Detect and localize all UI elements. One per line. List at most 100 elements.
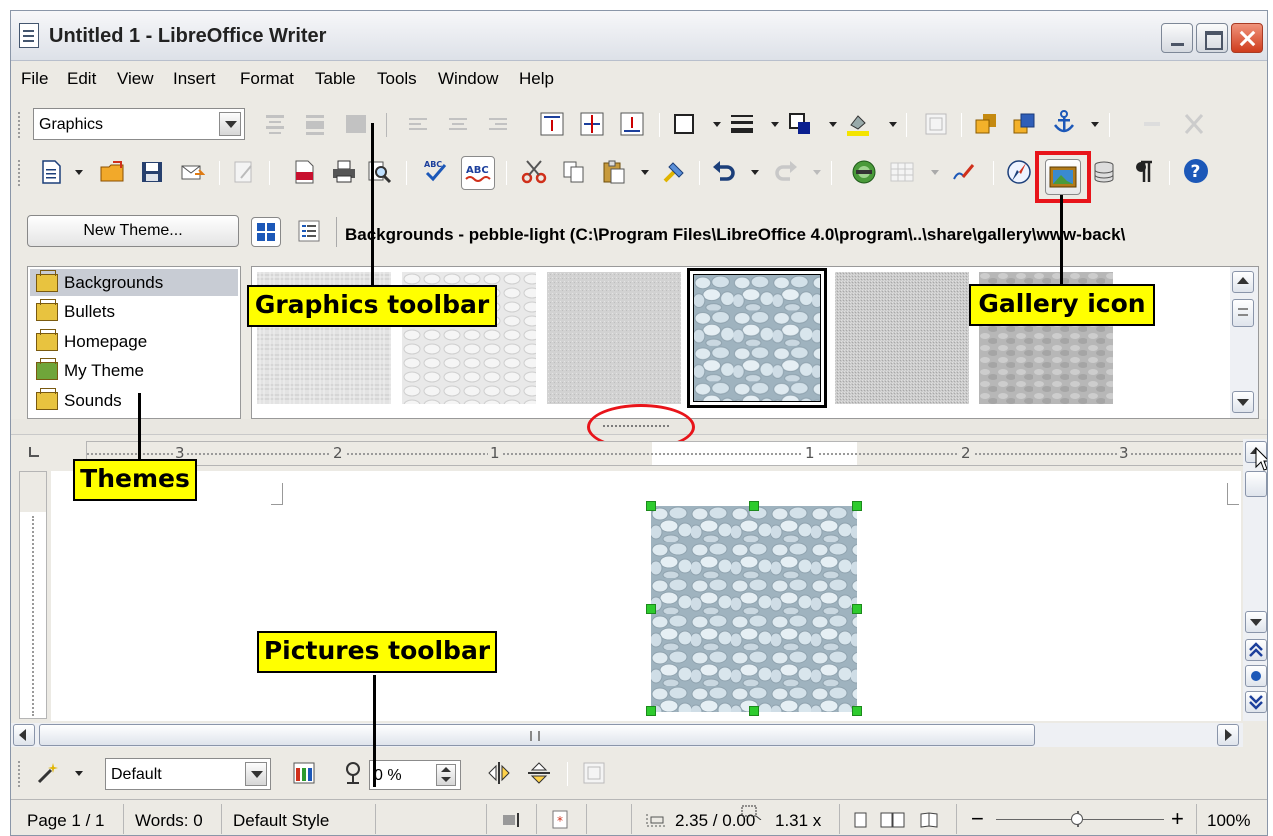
- formatting-marks-icon[interactable]: [1131, 159, 1157, 185]
- selection-handle[interactable]: [852, 604, 862, 614]
- chevron-down-icon[interactable]: [829, 122, 837, 131]
- email-icon[interactable]: [179, 159, 205, 185]
- chevron-down-icon[interactable]: [889, 122, 897, 131]
- theme-item-homepage[interactable]: Homepage: [30, 328, 238, 355]
- save-icon[interactable]: [139, 159, 165, 185]
- scroll-down-arrow[interactable]: [1232, 391, 1254, 413]
- scroll-up-arrow[interactable]: [1232, 271, 1254, 293]
- frame-properties-icon[interactable]: [923, 111, 949, 137]
- toolbar-grip[interactable]: [18, 761, 20, 787]
- toolbar-grip[interactable]: [18, 112, 20, 138]
- document-page[interactable]: [51, 471, 1241, 721]
- selection-handle[interactable]: [646, 706, 656, 716]
- link-frames-icon[interactable]: [1139, 111, 1165, 137]
- send-to-back-icon[interactable]: [1011, 111, 1037, 137]
- navigator-icon[interactable]: [1006, 159, 1032, 185]
- status-page-style[interactable]: Default Style: [233, 811, 329, 831]
- picture-properties-icon[interactable]: [581, 760, 607, 786]
- line-style-icon[interactable]: [729, 111, 755, 137]
- selection-handle[interactable]: [749, 501, 759, 511]
- background-color-icon[interactable]: [845, 111, 871, 137]
- selection-handle[interactable]: [646, 604, 656, 614]
- chevron-down-icon[interactable]: [641, 170, 649, 179]
- close-button[interactable]: [1231, 23, 1263, 53]
- gallery-button[interactable]: [1045, 159, 1081, 195]
- menu-edit[interactable]: Edit: [67, 69, 96, 89]
- document-horizontal-scrollbar[interactable]: [11, 723, 1243, 747]
- selection-handle[interactable]: [749, 706, 759, 716]
- align-bottom-icon[interactable]: [619, 111, 645, 137]
- maximize-button[interactable]: [1196, 23, 1228, 53]
- redo-icon[interactable]: [773, 159, 799, 185]
- zoom-out-button[interactable]: −: [971, 806, 984, 832]
- theme-item-backgrounds[interactable]: Backgrounds: [30, 269, 238, 296]
- undo-icon[interactable]: [711, 159, 737, 185]
- help-icon[interactable]: ?: [1183, 158, 1209, 184]
- spin-button[interactable]: [436, 764, 456, 786]
- chevron-down-icon[interactable]: [1091, 122, 1099, 131]
- print-preview-icon[interactable]: [366, 159, 392, 185]
- gallery-thumb-noise[interactable]: [835, 272, 969, 404]
- selection-handle[interactable]: [646, 501, 656, 511]
- borders-icon[interactable]: [671, 111, 697, 137]
- toolbar-grip[interactable]: [18, 160, 20, 186]
- status-zoom[interactable]: 100%: [1207, 811, 1250, 831]
- chevron-down-icon[interactable]: [75, 170, 83, 179]
- minimize-button[interactable]: [1161, 23, 1193, 53]
- border-color-icon[interactable]: [787, 111, 813, 137]
- theme-item-my-theme[interactable]: My Theme: [30, 357, 238, 384]
- copy-icon[interactable]: [561, 159, 587, 185]
- chevron-down-icon[interactable]: [219, 112, 241, 136]
- menu-tools[interactable]: Tools: [377, 69, 417, 89]
- inserted-pebble-image[interactable]: [651, 506, 857, 712]
- scroll-thumb[interactable]: [1232, 299, 1254, 327]
- filter-icon[interactable]: [35, 760, 61, 786]
- menu-file[interactable]: File: [21, 69, 48, 89]
- graphics-style-combo[interactable]: Graphics: [33, 108, 245, 140]
- table-icon[interactable]: [889, 159, 915, 185]
- zoom-in-button[interactable]: +: [1171, 806, 1184, 832]
- document-modified-icon[interactable]: *: [551, 810, 571, 830]
- chevron-down-icon[interactable]: [75, 771, 83, 780]
- gallery-scrollbar[interactable]: [1230, 267, 1258, 418]
- cut-icon[interactable]: [521, 159, 547, 185]
- data-sources-icon[interactable]: [1091, 159, 1117, 185]
- menu-window[interactable]: Window: [438, 69, 498, 89]
- transparency-spinbox[interactable]: 0 %: [369, 760, 461, 790]
- scroll-thumb[interactable]: [39, 724, 1035, 746]
- menu-help[interactable]: Help: [519, 69, 554, 89]
- next-page-button[interactable]: [1245, 691, 1267, 713]
- hyperlink-icon[interactable]: [851, 159, 877, 185]
- unlink-frames-icon[interactable]: [1181, 111, 1207, 137]
- tab-stop-icon[interactable]: [29, 447, 39, 457]
- transparency-icon[interactable]: [341, 760, 367, 786]
- menu-format[interactable]: Format: [240, 69, 294, 89]
- document-vertical-scrollbar[interactable]: [1243, 439, 1267, 721]
- autospellcheck-button[interactable]: ABC: [461, 156, 495, 190]
- flip-horizontally-icon[interactable]: [526, 760, 552, 786]
- theme-item-bullets[interactable]: Bullets: [30, 298, 238, 325]
- chevron-down-icon[interactable]: [751, 170, 759, 179]
- chevron-down-icon[interactable]: [245, 762, 267, 786]
- selection-handle[interactable]: [852, 501, 862, 511]
- theme-item-sounds[interactable]: Sounds: [30, 387, 238, 414]
- chevron-down-icon[interactable]: [713, 122, 721, 131]
- spelling-icon[interactable]: ABC: [423, 157, 449, 183]
- selection-handle[interactable]: [852, 706, 862, 716]
- edit-file-icon[interactable]: [231, 159, 257, 185]
- scroll-right-arrow[interactable]: [1217, 724, 1239, 746]
- detail-view-button[interactable]: [295, 217, 325, 247]
- paste-icon[interactable]: [601, 159, 627, 185]
- chevron-down-icon[interactable]: [771, 122, 779, 131]
- anchor-icon[interactable]: [1051, 109, 1077, 135]
- align-center-icon[interactable]: [579, 111, 605, 137]
- zoom-slider-thumb[interactable]: [1071, 813, 1083, 825]
- gallery-thumb-pebble-selected[interactable]: [687, 268, 827, 408]
- scroll-left-arrow[interactable]: [13, 724, 35, 746]
- flip-vertically-icon[interactable]: [486, 760, 512, 786]
- clone-formatting-icon[interactable]: [661, 159, 687, 185]
- print-icon[interactable]: [331, 159, 357, 185]
- menu-view[interactable]: View: [117, 69, 154, 89]
- insert-mode-icon[interactable]: [501, 812, 521, 828]
- menu-insert[interactable]: Insert: [173, 69, 216, 89]
